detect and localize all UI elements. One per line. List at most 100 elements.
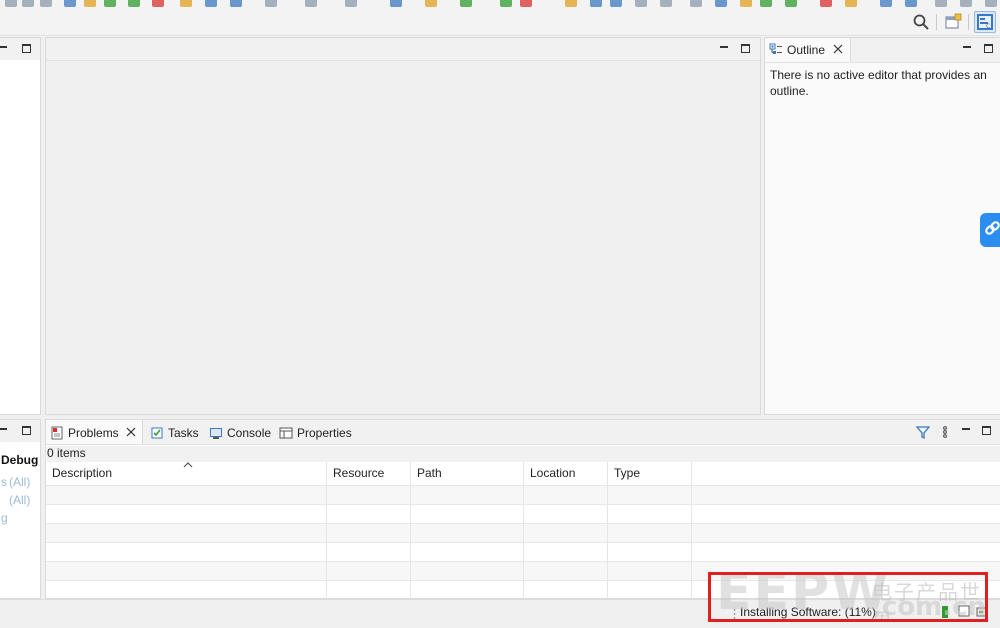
table-cell <box>327 543 411 561</box>
run-icon[interactable] <box>5 0 17 7</box>
all-link[interactable]: (All) <box>9 493 30 507</box>
folder-icon[interactable] <box>565 0 577 7</box>
table-rows <box>46 486 1000 600</box>
magnifier-icon[interactable] <box>610 0 622 7</box>
table-row <box>46 524 1000 543</box>
search-icon[interactable] <box>912 13 930 31</box>
column-header-label: Path <box>417 466 442 480</box>
floating-assistant-tab[interactable] <box>980 213 1000 247</box>
column-header-description[interactable]: Description <box>46 462 327 486</box>
terminal-icon[interactable] <box>205 0 217 7</box>
debug-icon[interactable] <box>104 0 116 7</box>
table-cell <box>524 581 608 599</box>
minimize-icon[interactable] <box>718 43 730 55</box>
run-icon[interactable] <box>635 0 647 7</box>
table-row <box>46 543 1000 562</box>
build-icon[interactable] <box>985 0 997 7</box>
toolbar-separator <box>936 14 937 30</box>
table-cell <box>608 486 692 504</box>
terminal-icon[interactable] <box>880 0 892 7</box>
tab-tasks-label: Tasks <box>168 426 199 440</box>
table-cell <box>411 505 524 523</box>
maximize-icon[interactable] <box>983 43 995 55</box>
table-cell <box>524 486 608 504</box>
cpp-perspective-button[interactable]: C <box>974 11 996 33</box>
truncated-label: s <box>1 475 7 489</box>
run-green-icon[interactable] <box>128 0 140 7</box>
save-icon[interactable] <box>305 0 317 7</box>
outline-empty-message: There is no active editor that provides … <box>770 68 987 98</box>
folder-icon[interactable] <box>180 0 192 7</box>
status-progress-text[interactable]: Installing Software: (11%) <box>740 605 876 619</box>
column-header-location[interactable]: Location <box>524 462 608 486</box>
minimize-icon[interactable] <box>960 425 972 437</box>
maximize-icon[interactable] <box>21 43 33 55</box>
panel-header <box>0 38 40 60</box>
close-icon[interactable] <box>125 426 137 438</box>
run-green-icon[interactable] <box>785 0 797 7</box>
tab-tasks[interactable]: Tasks <box>146 420 204 444</box>
debug-icon[interactable] <box>460 0 472 7</box>
tab-properties-label: Properties <box>297 426 352 440</box>
column-header-path[interactable]: Path <box>411 462 524 486</box>
table-cell <box>46 543 327 561</box>
panel-header <box>0 420 40 442</box>
maximize-icon[interactable] <box>740 43 752 55</box>
run-icon[interactable] <box>935 0 947 7</box>
magnifier-icon[interactable] <box>905 0 917 7</box>
class-icon[interactable] <box>715 0 727 7</box>
build-icon[interactable] <box>40 0 52 7</box>
debug-icon[interactable] <box>760 0 772 7</box>
column-header-resource[interactable]: Resource <box>327 462 411 486</box>
truncated-label: g <box>1 511 8 525</box>
magnifier-icon[interactable] <box>230 0 242 7</box>
stop-red-icon[interactable] <box>820 0 832 7</box>
view-menu-icon[interactable] <box>939 425 951 439</box>
minimize-icon[interactable] <box>0 43 9 55</box>
open-perspective-icon[interactable] <box>944 13 962 31</box>
package-icon[interactable] <box>84 0 96 7</box>
maximize-icon[interactable] <box>21 425 33 437</box>
package-icon[interactable] <box>740 0 752 7</box>
table-cell <box>46 486 327 504</box>
column-header-label: Resource <box>333 466 385 480</box>
class-icon[interactable] <box>390 0 402 7</box>
progress-view-icon[interactable] <box>975 605 989 619</box>
problems-table: Description Resource Path Location Type <box>46 462 1000 600</box>
filter-icon[interactable] <box>916 425 930 439</box>
build-icon[interactable] <box>690 0 702 7</box>
items-count: 0 items <box>47 446 1000 462</box>
main-toolbar: C <box>0 0 1000 36</box>
table-cell <box>524 505 608 523</box>
outline-body: There is no active editor that provides … <box>765 62 1000 414</box>
maximize-icon[interactable] <box>981 425 993 437</box>
table-row <box>46 581 1000 600</box>
project-explorer-panel <box>0 37 41 415</box>
save-icon[interactable] <box>22 0 34 7</box>
build-icon[interactable] <box>345 0 357 7</box>
save-icon[interactable] <box>960 0 972 7</box>
status-bar: Installing Software: (11%) <box>0 599 1000 628</box>
column-header-type[interactable]: Type <box>608 462 692 486</box>
tab-problems[interactable]: Problems <box>46 420 143 444</box>
run-green-icon[interactable] <box>500 0 512 7</box>
minimize-icon[interactable] <box>961 43 973 55</box>
minimize-icon[interactable] <box>0 425 9 437</box>
terminal-icon[interactable] <box>590 0 602 7</box>
save-icon[interactable] <box>660 0 672 7</box>
all-link[interactable]: (All) <box>9 475 30 489</box>
tab-properties[interactable]: Properties <box>275 420 360 444</box>
class-icon[interactable] <box>64 0 76 7</box>
folder-icon[interactable] <box>845 0 857 7</box>
cancel-operation-icon[interactable] <box>958 605 970 617</box>
tab-console[interactable]: Console <box>205 420 275 444</box>
stop-red-icon[interactable] <box>152 0 164 7</box>
run-icon[interactable] <box>265 0 277 7</box>
stop-red-icon[interactable] <box>520 0 532 7</box>
panel-body <box>0 60 40 414</box>
table-cell <box>327 486 411 504</box>
tab-outline[interactable]: Outline <box>765 38 851 62</box>
editor-body <box>46 60 760 414</box>
package-icon[interactable] <box>425 0 437 7</box>
close-icon[interactable] <box>832 43 844 55</box>
